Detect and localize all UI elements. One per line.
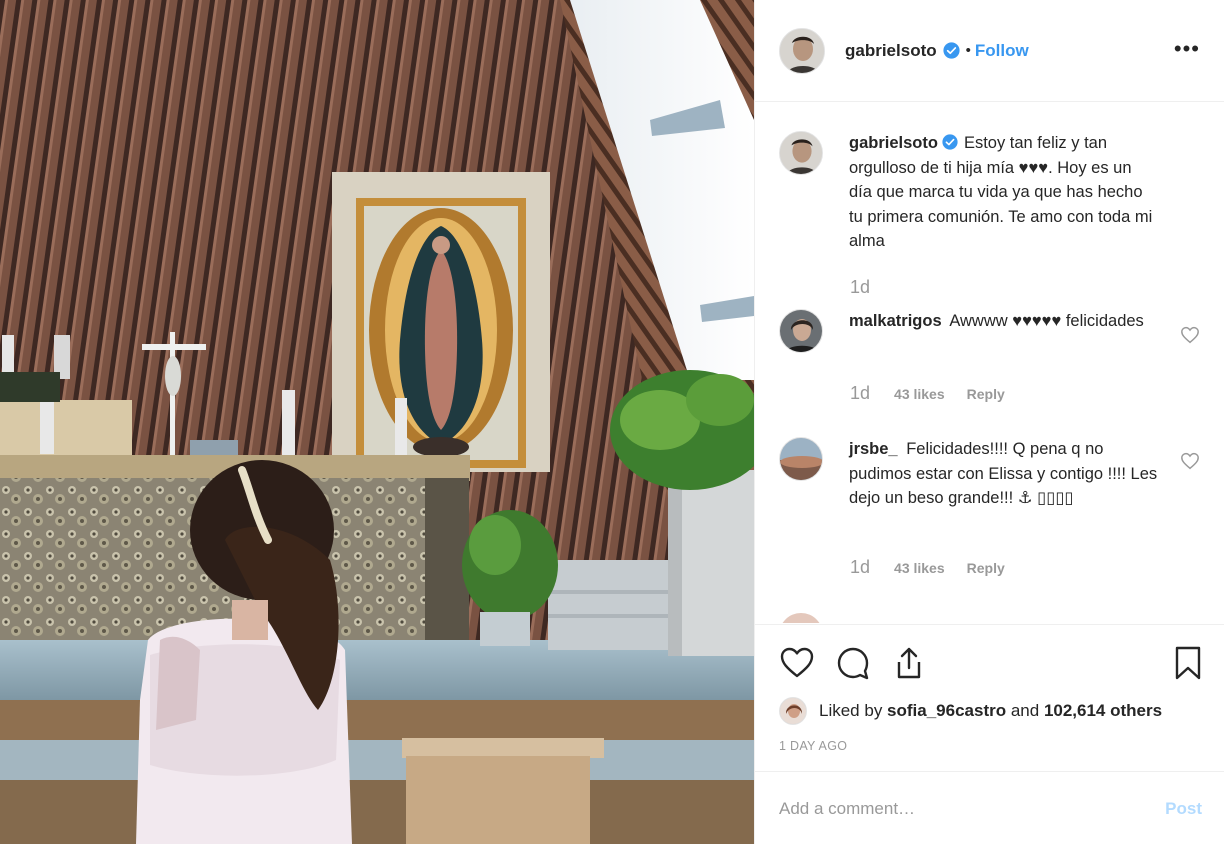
post-timestamp[interactable]: 1 DAY AGO — [779, 739, 847, 753]
commenter-avatar[interactable] — [779, 309, 823, 353]
follow-button[interactable]: Follow — [975, 41, 1029, 61]
heart-icon[interactable] — [779, 645, 815, 681]
comment-body: malkatrigos Awwww ♥♥♥♥♥ felicidades — [849, 309, 1159, 353]
liker-avatar-image — [780, 698, 806, 724]
likes-count-link[interactable]: 102,614 others — [1044, 701, 1162, 720]
author-avatar-image — [780, 28, 824, 73]
post-actions: Liked by sofia_96castro and 102,614 othe… — [755, 624, 1224, 844]
caption-time[interactable]: 1d — [850, 277, 870, 298]
action-icons — [779, 645, 1206, 685]
comment-time[interactable]: 1d — [850, 557, 870, 578]
comment-username[interactable]: jrsbe_ — [849, 440, 898, 458]
caption-avatar-image — [780, 132, 822, 174]
post-header: gabrielsoto • Follow ••• — [755, 0, 1224, 102]
verified-badge-icon — [942, 134, 958, 150]
comment-item: malkatrigos Awwww ♥♥♥♥♥ felicidades — [779, 309, 1200, 353]
verified-badge-icon — [943, 42, 960, 59]
liker-username[interactable]: sofia_96castro — [887, 701, 1006, 720]
reply-button[interactable]: Reply — [967, 560, 1005, 576]
commenter-avatar-image — [780, 310, 822, 352]
comment-body: jrsbe_ Felicidades!!!! Q pena q no pudim… — [849, 437, 1159, 511]
author-avatar[interactable] — [779, 27, 825, 74]
commenter-avatar-image — [780, 438, 822, 480]
share-icon[interactable] — [891, 645, 927, 681]
comment-likes-count[interactable]: 43 likes — [894, 560, 945, 576]
comments-list[interactable]: gabrielsoto Estoy tan feliz y tan orgullo… — [755, 103, 1224, 623]
caption-body: gabrielsoto Estoy tan feliz y tan orgullo… — [849, 131, 1159, 254]
bookmark-icon[interactable] — [1170, 645, 1206, 681]
comment-likes-count[interactable]: 43 likes — [894, 386, 945, 402]
post-comment-button[interactable]: Post — [1165, 799, 1202, 819]
separator-dot: • — [965, 42, 971, 59]
likes-middle: and — [1006, 701, 1044, 720]
commenter-avatar[interactable] — [779, 437, 823, 481]
caption: gabrielsoto Estoy tan feliz y tan orgullo… — [779, 131, 1200, 254]
likes-text: Liked by sofia_96castro and 102,614 othe… — [819, 701, 1162, 721]
add-comment-bar: Post — [755, 771, 1224, 844]
caption-meta: 1d — [850, 277, 894, 298]
comment-bubble-icon[interactable] — [835, 645, 871, 681]
more-options-icon[interactable]: ••• — [1174, 38, 1200, 60]
comment-meta: 1d 43 likes Reply — [850, 383, 1005, 404]
post-sidebar: gabrielsoto • Follow ••• gabrielsoto Esto… — [754, 0, 1224, 844]
liker-avatar[interactable] — [779, 697, 807, 725]
comment-username[interactable]: malkatrigos — [849, 312, 942, 330]
comment-text: Awwww ♥♥♥♥♥ felicidades — [949, 312, 1144, 330]
caption-avatar[interactable] — [779, 131, 823, 175]
comment-like-heart-icon[interactable] — [1180, 326, 1200, 344]
church-altar-photo — [0, 0, 754, 844]
likes-summary: Liked by sofia_96castro and 102,614 othe… — [779, 697, 1162, 725]
comment-meta: 1d 43 likes Reply — [850, 557, 1005, 578]
next-commenter-avatar[interactable] — [779, 613, 823, 623]
comment-item: jrsbe_ Felicidades!!!! Q pena q no pudim… — [779, 437, 1200, 511]
post-photo — [0, 0, 754, 844]
comment-like-heart-icon[interactable] — [1180, 452, 1200, 470]
caption-username[interactable]: gabrielsoto — [849, 134, 938, 152]
reply-button[interactable]: Reply — [967, 386, 1005, 402]
likes-prefix: Liked by — [819, 701, 888, 720]
comment-input[interactable] — [779, 798, 1166, 819]
comment-time[interactable]: 1d — [850, 383, 870, 404]
author-username[interactable]: gabrielsoto — [845, 41, 937, 61]
